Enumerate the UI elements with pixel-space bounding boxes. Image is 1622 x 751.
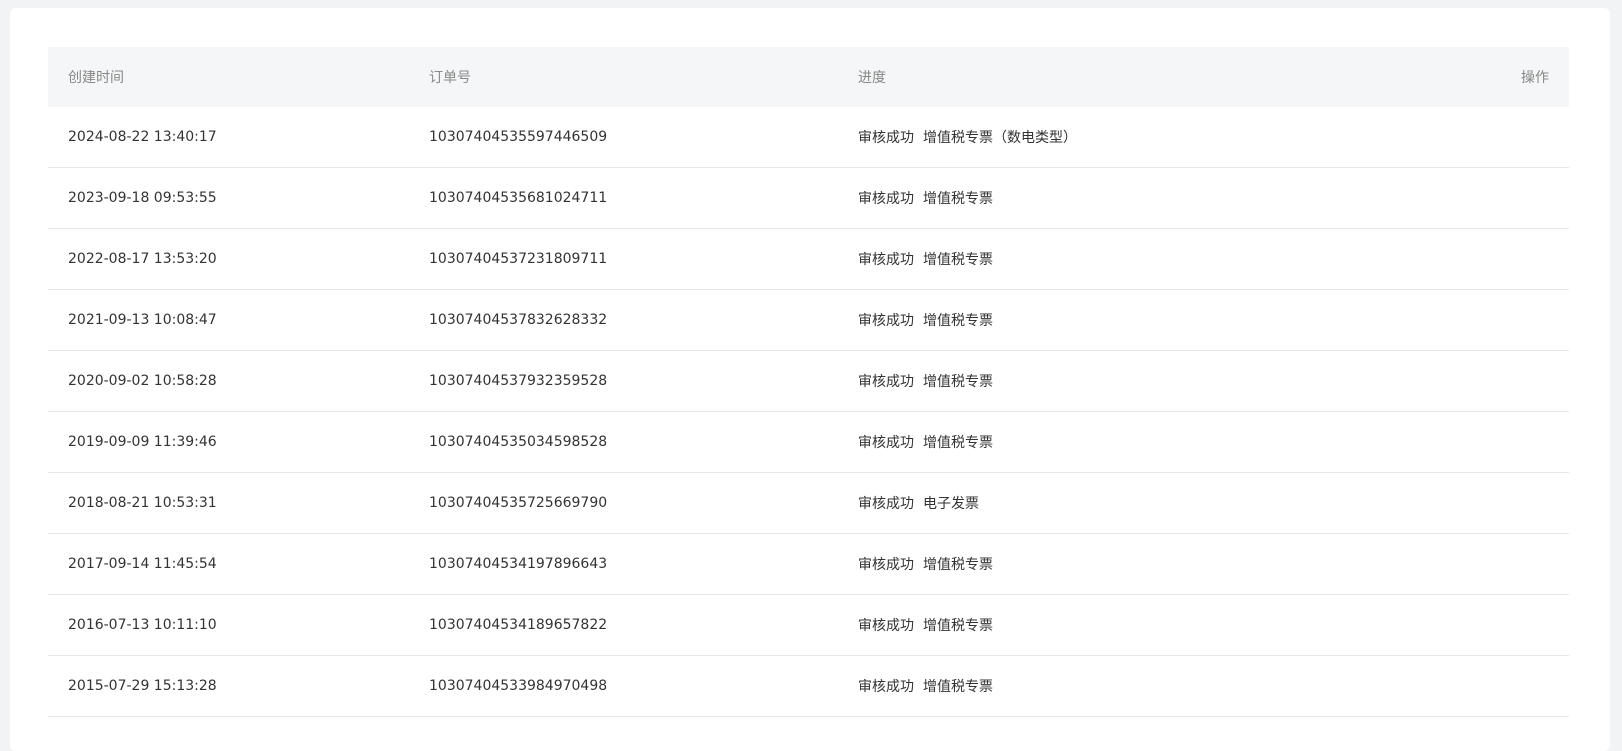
created-time: 2016-07-13 10:11:10 [68,617,217,633]
order-number: 10307404535597446509 [429,129,608,145]
invoice-type: 增值税专票 [923,618,993,634]
header-action: 操作 [1521,70,1549,86]
order-number: 10307404537832628332 [429,312,608,328]
status-text: 审核成功 [858,130,914,146]
table-row: 2021-09-13 10:08:47 10307404537832628332… [48,290,1569,351]
table-row: 2017-09-14 11:45:54 10307404534197896643… [48,534,1569,595]
status-text: 审核成功 [858,496,914,512]
progress-cell: 审核成功 增值税专票 [858,676,1489,696]
status-text: 审核成功 [858,374,914,390]
invoice-type: 增值税专票 [923,679,993,695]
header-created-time: 创建时间 [68,70,124,86]
created-time: 2022-08-17 13:53:20 [68,251,217,267]
created-time: 2019-09-09 11:39:46 [68,434,217,450]
created-time: 2024-08-22 13:40:17 [68,129,217,145]
order-number: 10307404534197896643 [429,556,608,572]
created-time: 2015-07-29 15:13:28 [68,678,217,694]
order-number: 10307404534189657822 [429,617,608,633]
status-text: 审核成功 [858,618,914,634]
invoice-type: 增值税专票 [923,374,993,390]
progress-cell: 审核成功 增值税专票 [858,188,1489,208]
created-time: 2020-09-02 10:58:28 [68,373,217,389]
progress-cell: 审核成功 增值税专票 [858,371,1489,391]
invoice-type: 增值税专票 [923,252,993,268]
progress-cell: 审核成功 增值税专票 [858,249,1489,269]
table-row: 2020-09-02 10:58:28 10307404537932359528… [48,351,1569,412]
orders-card: 创建时间 订单号 进度 操作 2024-08-22 13:40:17 10307… [10,8,1610,751]
progress-cell: 审核成功 增值税专票 [858,432,1489,452]
created-time: 2021-09-13 10:08:47 [68,312,217,328]
table-row: 2018-08-21 10:53:31 10307404535725669790… [48,473,1569,534]
table-row: 2024-08-22 13:40:17 10307404535597446509… [48,107,1569,168]
table-row: 2016-07-13 10:11:10 10307404534189657822… [48,595,1569,656]
progress-cell: 审核成功 增值税专票 [858,554,1489,574]
invoice-type: 增值税专票 [923,313,993,329]
status-text: 审核成功 [858,252,914,268]
order-number: 10307404533984970498 [429,678,608,694]
order-number: 10307404535681024711 [429,190,608,206]
table-header: 创建时间 订单号 进度 操作 [48,47,1569,107]
table-row: 2015-07-29 15:13:28 10307404533984970498… [48,656,1569,717]
progress-cell: 审核成功 增值税专票（数电类型） [858,127,1489,147]
status-text: 审核成功 [858,557,914,573]
created-time: 2017-09-14 11:45:54 [68,556,217,572]
invoice-type: 增值税专票（数电类型） [923,130,1077,146]
status-text: 审核成功 [858,191,914,207]
header-progress: 进度 [858,70,886,86]
progress-cell: 审核成功 增值税专票 [858,310,1489,330]
created-time: 2018-08-21 10:53:31 [68,495,217,511]
table-row: 2019-09-09 11:39:46 10307404535034598528… [48,412,1569,473]
created-time: 2023-09-18 09:53:55 [68,190,217,206]
status-text: 审核成功 [858,313,914,329]
orders-table: 创建时间 订单号 进度 操作 2024-08-22 13:40:17 10307… [48,47,1569,717]
status-text: 审核成功 [858,435,914,451]
progress-cell: 审核成功 增值税专票 [858,615,1489,635]
invoice-type: 增值税专票 [923,191,993,207]
order-number: 10307404535725669790 [429,495,608,511]
progress-cell: 审核成功 电子发票 [858,493,1489,513]
order-number: 10307404537231809711 [429,251,608,267]
invoice-type: 增值税专票 [923,435,993,451]
table-row: 2023-09-18 09:53:55 10307404535681024711… [48,168,1569,229]
order-number: 10307404535034598528 [429,434,608,450]
order-number: 10307404537932359528 [429,373,608,389]
table-row: 2022-08-17 13:53:20 10307404537231809711… [48,229,1569,290]
invoice-type: 增值税专票 [923,557,993,573]
header-order-no: 订单号 [429,70,471,86]
invoice-type: 电子发票 [923,496,979,512]
status-text: 审核成功 [858,679,914,695]
